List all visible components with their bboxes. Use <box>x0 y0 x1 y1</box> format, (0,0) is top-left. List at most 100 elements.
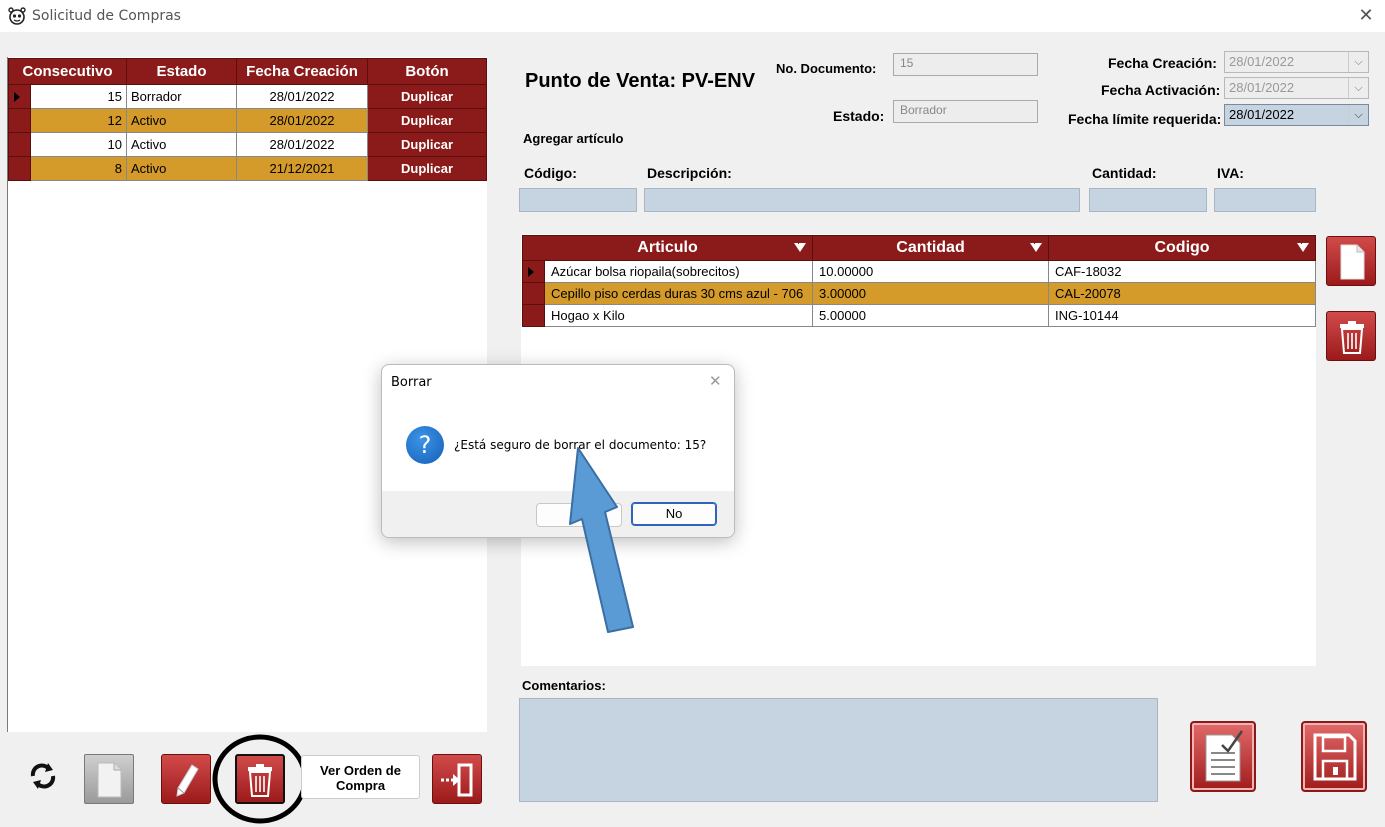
table-row[interactable]: Cepillo piso cerdas duras 30 cms azul - … <box>522 282 1317 305</box>
refresh-button[interactable] <box>27 760 59 792</box>
floppy-disk-icon <box>1313 733 1357 781</box>
current-row-icon <box>528 267 534 277</box>
codigo-label: Código: <box>524 165 577 181</box>
trash-icon <box>1340 321 1364 354</box>
col-fecha-creacion[interactable]: Fecha Creación <box>236 58 369 85</box>
cell-estado[interactable]: Activo <box>126 108 238 133</box>
edit-button[interactable] <box>161 754 211 804</box>
question-icon: ? <box>406 426 444 464</box>
row-selector[interactable] <box>8 156 31 181</box>
col-cantidad-label: Cantidad <box>896 239 965 256</box>
exit-door-icon <box>441 763 473 797</box>
chevron-down-icon[interactable]: ⌵ <box>1348 105 1368 125</box>
duplicar-button[interactable]: Duplicar <box>367 132 488 157</box>
cell-fecha[interactable]: 21/12/2021 <box>236 156 369 181</box>
cell-consecutivo[interactable]: 8 <box>29 156 128 181</box>
new-article-button[interactable] <box>1326 236 1376 286</box>
filter-icon[interactable] <box>794 240 807 252</box>
fecha-activacion-picker[interactable]: 28/01/2022 ⌵ <box>1224 77 1369 99</box>
estado-field[interactable]: Borrador <box>893 100 1038 123</box>
fecha-limite-value: 28/01/2022 <box>1229 107 1295 122</box>
pencil-icon <box>176 764 199 797</box>
comentarios-textarea[interactable] <box>519 698 1158 802</box>
row-selector[interactable] <box>522 282 545 305</box>
new-document-icon <box>97 762 122 798</box>
cell-estado[interactable]: Borrador <box>126 84 238 109</box>
documents-grid-header: Consecutivo Estado Fecha Creación Botón <box>7 58 488 85</box>
ver-orden-compra-button[interactable]: Ver Orden de Compra <box>301 755 420 799</box>
exit-button[interactable] <box>432 754 482 804</box>
agregar-articulo-title: Agregar artículo <box>523 131 624 146</box>
fecha-creacion-picker[interactable]: 28/01/2022 ⌵ <box>1224 51 1369 73</box>
duplicar-button[interactable]: Duplicar <box>367 84 488 109</box>
table-row[interactable]: 10 Activo 28/01/2022 Duplicar <box>8 132 488 157</box>
cell-articulo[interactable]: Azúcar bolsa riopaila(sobrecitos) <box>543 260 814 283</box>
cell-cantidad[interactable]: 10.00000 <box>812 260 1050 283</box>
cell-articulo[interactable]: Cepillo piso cerdas duras 30 cms azul - … <box>543 282 814 305</box>
dialog-close-icon[interactable]: ✕ <box>709 372 722 390</box>
close-icon[interactable]: ✕ <box>1356 5 1376 25</box>
fecha-activacion-value: 28/01/2022 <box>1229 80 1295 95</box>
cell-fecha[interactable]: 28/01/2022 <box>236 84 369 109</box>
cantidad-label: Cantidad: <box>1092 165 1157 181</box>
cell-estado[interactable]: Activo <box>126 132 238 157</box>
app-icon <box>8 7 26 25</box>
col-cantidad[interactable]: Cantidad <box>812 235 1050 261</box>
filter-icon[interactable] <box>1297 240 1310 252</box>
table-row[interactable]: 8 Activo 21/12/2021 Duplicar <box>8 156 488 181</box>
no-documento-field[interactable]: 15 <box>893 53 1038 76</box>
new-document-icon <box>1340 244 1365 280</box>
cell-consecutivo[interactable]: 10 <box>29 132 128 157</box>
col-estado[interactable]: Estado <box>126 58 238 85</box>
chevron-down-icon[interactable]: ⌵ <box>1348 78 1368 98</box>
row-selector[interactable] <box>8 108 31 133</box>
col-consecutivo[interactable]: Consecutivo <box>7 58 128 85</box>
cell-cantidad[interactable]: 5.00000 <box>812 304 1050 327</box>
col-codigo[interactable]: Codigo <box>1048 235 1317 261</box>
articles-grid: Articulo Cantidad Codigo Azúcar bolsa ri… <box>521 235 1317 327</box>
iva-label: IVA: <box>1217 165 1244 181</box>
cell-articulo[interactable]: Hogao x Kilo <box>543 304 814 327</box>
ver-orden-label-line1: Ver Orden de <box>320 763 401 778</box>
table-row[interactable]: Hogao x Kilo 5.00000 ING-10144 <box>522 304 1317 327</box>
dialog-title: Borrar <box>391 375 432 390</box>
estado-label: Estado: <box>833 108 885 124</box>
col-articulo[interactable]: Articulo <box>521 235 814 261</box>
cell-consecutivo[interactable]: 12 <box>29 108 128 133</box>
fecha-activacion-label: Fecha Activación: <box>1101 82 1221 98</box>
row-selector[interactable] <box>522 304 545 327</box>
codigo-input[interactable] <box>519 188 637 212</box>
cell-consecutivo[interactable]: 15 <box>29 84 128 109</box>
table-row[interactable]: Azúcar bolsa riopaila(sobrecitos) 10.000… <box>522 260 1317 283</box>
iva-input[interactable] <box>1214 188 1316 212</box>
row-selector[interactable] <box>522 260 545 283</box>
cell-codigo[interactable]: CAF-18032 <box>1048 260 1317 283</box>
chevron-down-icon[interactable]: ⌵ <box>1348 52 1368 72</box>
save-button[interactable] <box>1301 721 1367 792</box>
refresh-icon <box>30 763 56 789</box>
fecha-limite-picker[interactable]: 28/01/2022 ⌵ <box>1224 104 1369 126</box>
table-row[interactable]: 15 Borrador 28/01/2022 Duplicar <box>8 84 488 109</box>
filter-icon[interactable] <box>1030 240 1043 252</box>
duplicar-button[interactable]: Duplicar <box>367 108 488 133</box>
table-row[interactable]: 12 Activo 28/01/2022 Duplicar <box>8 108 488 133</box>
cell-codigo[interactable]: ING-10144 <box>1048 304 1317 327</box>
cell-cantidad[interactable]: 3.00000 <box>812 282 1050 305</box>
articles-grid-header: Articulo Cantidad Codigo <box>521 235 1317 261</box>
cell-fecha[interactable]: 28/01/2022 <box>236 132 369 157</box>
row-selector[interactable] <box>8 84 31 109</box>
cell-fecha[interactable]: 28/01/2022 <box>236 108 369 133</box>
duplicar-button[interactable]: Duplicar <box>367 156 488 181</box>
descripcion-input[interactable] <box>644 188 1080 212</box>
fecha-creacion-value: 28/01/2022 <box>1229 54 1295 69</box>
row-selector[interactable] <box>8 132 31 157</box>
current-row-icon <box>14 92 20 102</box>
cell-estado[interactable]: Activo <box>126 156 238 181</box>
new-document-button[interactable] <box>84 754 134 804</box>
cell-codigo[interactable]: CAL-20078 <box>1048 282 1317 305</box>
approve-button[interactable] <box>1190 721 1256 792</box>
cantidad-input[interactable] <box>1089 188 1207 212</box>
col-boton[interactable]: Botón <box>367 58 488 85</box>
checklist-icon <box>1205 730 1244 782</box>
delete-article-button[interactable] <box>1326 311 1376 361</box>
